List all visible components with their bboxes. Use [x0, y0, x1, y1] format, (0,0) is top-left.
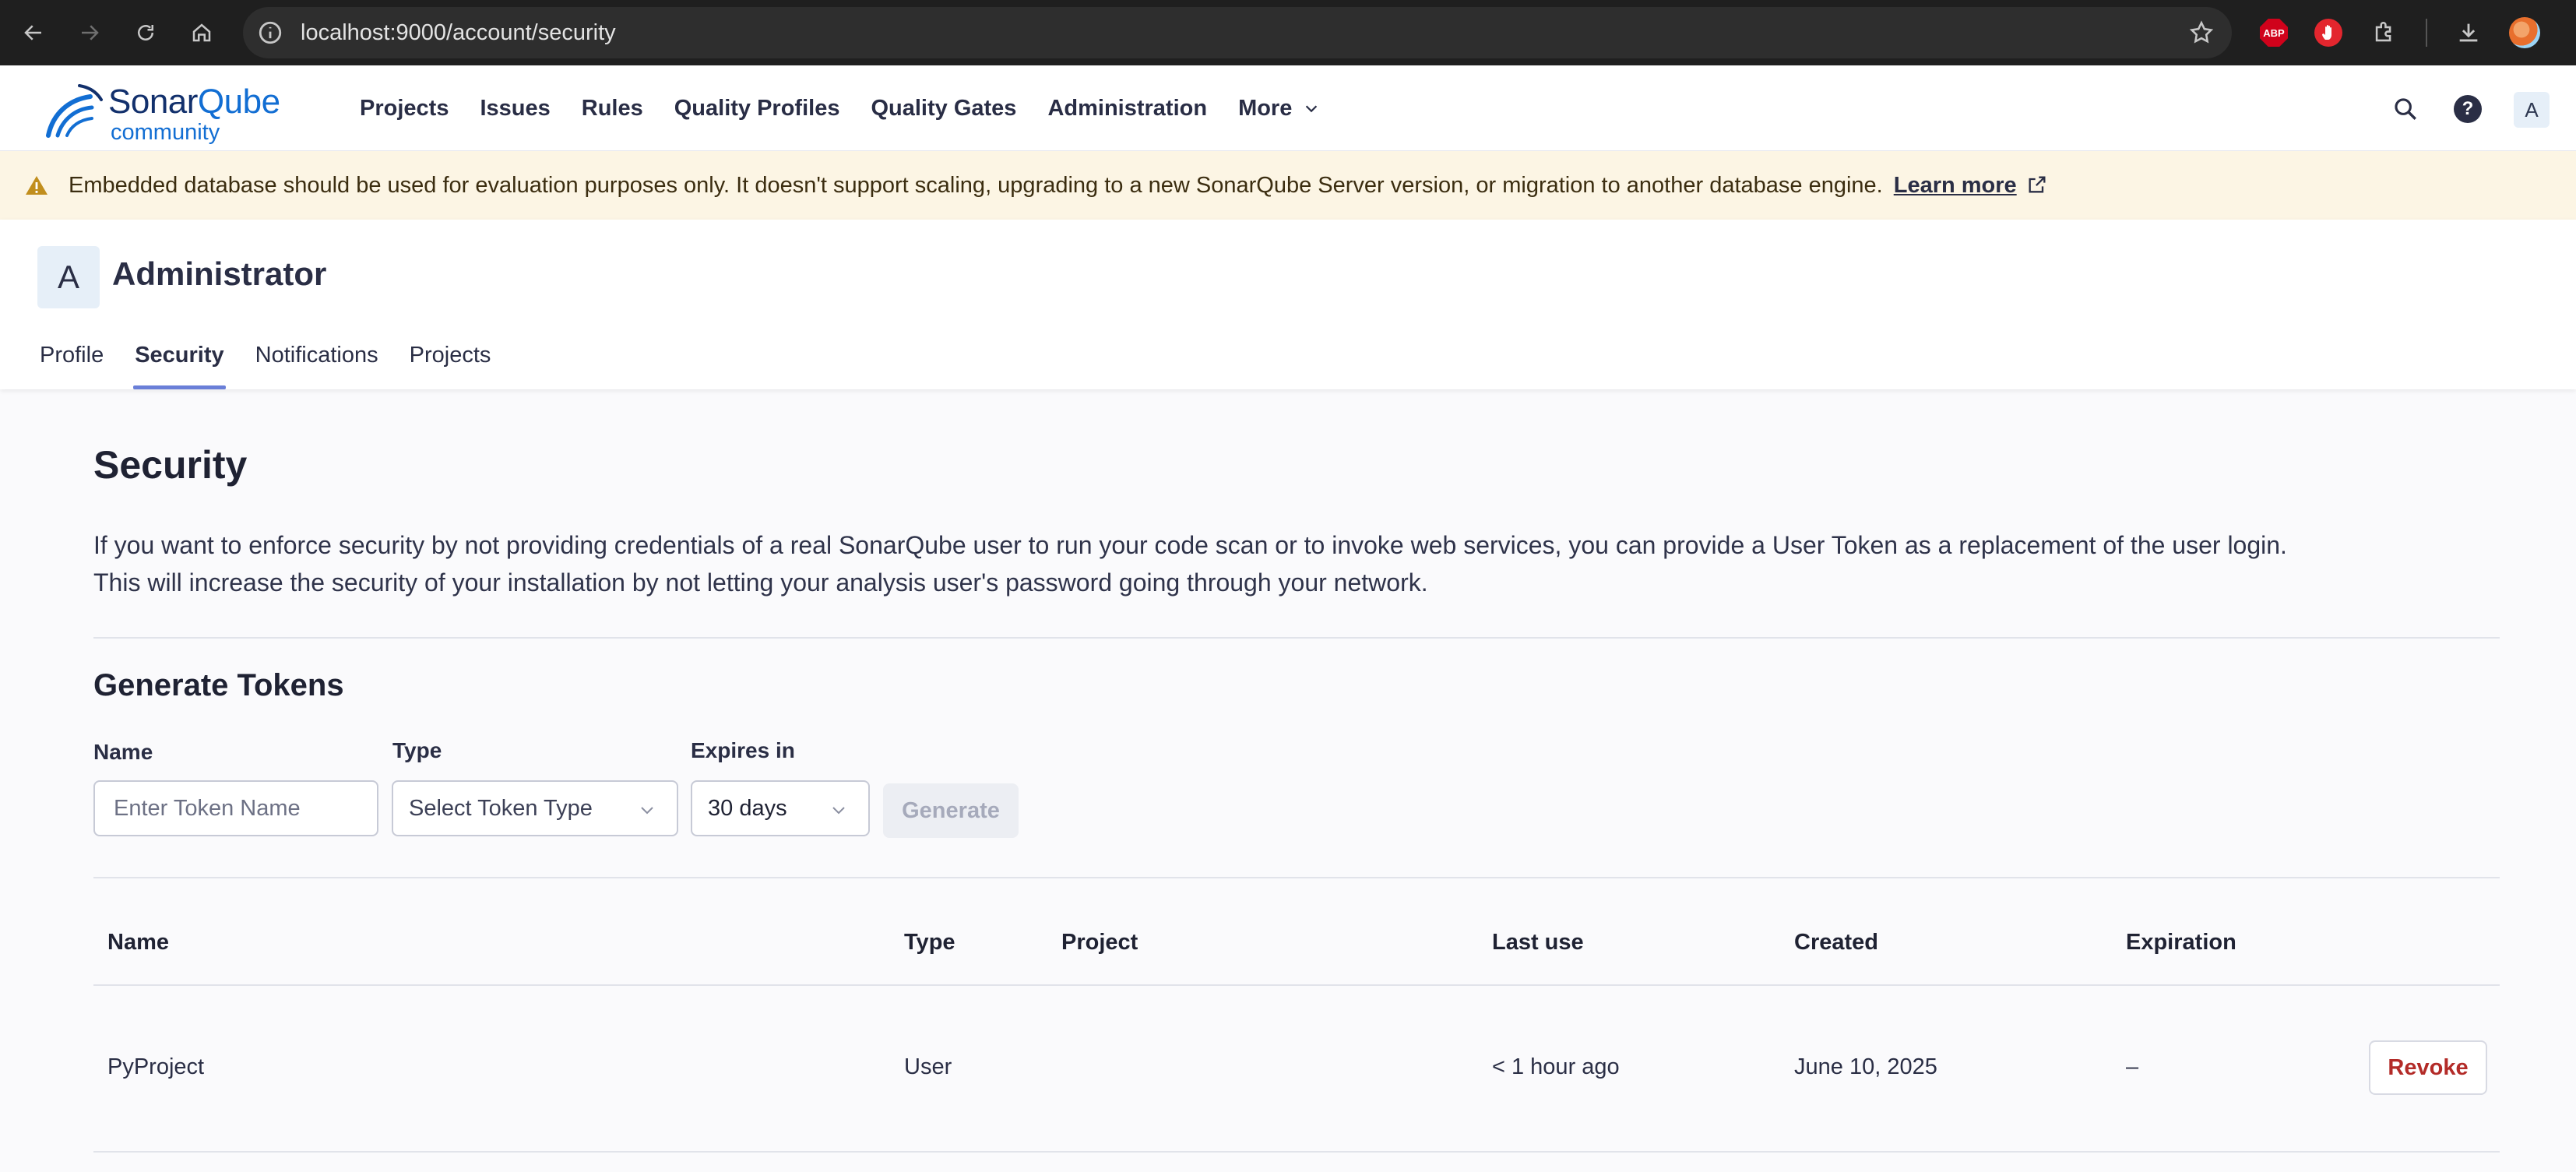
- logo-edition: community: [111, 120, 220, 145]
- tab-notifications[interactable]: Notifications: [254, 335, 380, 389]
- security-description: If you want to enforce security by not p…: [93, 526, 2500, 601]
- logo-wordmark: SonarQube: [108, 83, 280, 121]
- expires-in-select[interactable]: 30 days: [691, 780, 870, 836]
- col-name-header: Name: [107, 930, 169, 955]
- home-button[interactable]: [182, 13, 221, 52]
- account-header: A Administrator Profile Security Notific…: [0, 220, 2576, 389]
- warning-icon: [26, 176, 48, 195]
- token-type-cell: User: [904, 1054, 952, 1079]
- hand-extension[interactable]: [2311, 16, 2345, 50]
- token-type-placeholder: Select Token Type: [409, 795, 593, 821]
- site-info-icon[interactable]: [257, 19, 283, 46]
- col-project-header: Project: [1061, 930, 1138, 955]
- user-avatar[interactable]: A: [2514, 92, 2550, 128]
- adblock-extension[interactable]: ABP: [2257, 16, 2291, 50]
- description-line-1: If you want to enforce security by not p…: [93, 531, 2287, 559]
- account-name: Administrator: [112, 255, 327, 292]
- profile-avatar-icon: [2509, 17, 2540, 48]
- main-nav: Projects Issues Rules Quality Profiles Q…: [360, 65, 1351, 151]
- adblock-icon: ABP: [2260, 19, 2288, 47]
- sonarqube-waves-icon: [46, 84, 103, 138]
- nav-issues[interactable]: Issues: [480, 96, 550, 121]
- account-avatar: A: [37, 246, 100, 308]
- tab-security[interactable]: Security: [133, 335, 227, 389]
- generate-tokens-title: Generate Tokens: [93, 668, 344, 702]
- reload-icon: [138, 25, 153, 40]
- form-divider: [93, 877, 2500, 878]
- puzzle-icon: [2375, 22, 2391, 42]
- help-icon: ?: [2454, 95, 2482, 123]
- nav-more-label: More: [1238, 95, 1293, 121]
- generate-button[interactable]: Generate: [883, 783, 1019, 838]
- nav-projects[interactable]: Projects: [360, 96, 449, 121]
- sonarqube-logo[interactable]: SonarQube community: [42, 78, 299, 145]
- nav-more[interactable]: More: [1238, 96, 1320, 121]
- page-title: Security: [93, 443, 248, 487]
- token-created-cell: June 10, 2025: [1794, 1054, 1937, 1079]
- tab-profile[interactable]: Profile: [38, 335, 105, 389]
- col-type-header: Type: [904, 930, 955, 955]
- global-navigation: SonarQube community Projects Issues Rule…: [0, 65, 2576, 151]
- description-line-2: This will increase the security of your …: [93, 568, 1428, 597]
- chevron-down-icon: [641, 807, 653, 815]
- address-bar[interactable]: localhost:9000/account/security: [243, 7, 2232, 58]
- token-last-use-cell: < 1 hour ago: [1492, 1054, 1620, 1079]
- expires-in-value: 30 days: [708, 795, 787, 821]
- help-button[interactable]: ?: [2450, 91, 2486, 127]
- embedded-db-warning-banner: Embedded database should be used for eva…: [0, 151, 2576, 220]
- forward-button[interactable]: [70, 13, 109, 52]
- toolbar-separator: [2426, 19, 2427, 47]
- nav-administration[interactable]: Administration: [1047, 96, 1207, 121]
- download-icon: [2459, 23, 2478, 42]
- expires-in-label: Expires in: [691, 738, 795, 762]
- downloads-button[interactable]: [2451, 16, 2486, 50]
- reload-button[interactable]: [126, 13, 165, 52]
- table-row-divider: [93, 1151, 2500, 1153]
- section-divider: [93, 637, 2500, 639]
- nav-rules[interactable]: Rules: [582, 96, 643, 121]
- browser-profile-button[interactable]: [2507, 16, 2542, 50]
- back-button[interactable]: [14, 13, 53, 52]
- col-created-header: Created: [1794, 930, 1878, 955]
- external-link-icon: [2029, 176, 2046, 193]
- bookmark-star-icon[interactable]: [2188, 19, 2215, 46]
- arrow-left-icon: [24, 25, 41, 40]
- search-icon: [2395, 98, 2416, 120]
- banner-message: Embedded database should be used for eva…: [69, 151, 2048, 220]
- nav-quality-profiles[interactable]: Quality Profiles: [674, 96, 840, 121]
- col-last-use-header: Last use: [1492, 930, 1584, 955]
- token-name-input[interactable]: [93, 780, 378, 836]
- col-expiration-header: Expiration: [2126, 930, 2236, 955]
- table-header-divider: [93, 984, 2500, 986]
- extensions-button[interactable]: [2367, 16, 2402, 50]
- token-type-label: Type: [392, 738, 442, 762]
- tab-projects[interactable]: Projects: [408, 335, 493, 389]
- chevron-down-icon: [832, 807, 845, 815]
- token-type-select[interactable]: Select Token Type: [392, 780, 678, 836]
- browser-toolbar: localhost:9000/account/security ABP: [0, 0, 2576, 65]
- token-name-cell: PyProject: [107, 1054, 205, 1079]
- url-text[interactable]: localhost:9000/account/security: [301, 7, 616, 58]
- token-name-label: Name: [93, 740, 153, 764]
- arrow-right-icon: [82, 25, 99, 40]
- learn-more-link[interactable]: Learn more: [1894, 173, 2048, 198]
- home-icon: [192, 23, 211, 42]
- hand-icon: [2314, 19, 2342, 47]
- token-expiration-cell: –: [2126, 1054, 2139, 1079]
- search-button[interactable]: [2388, 91, 2423, 127]
- chevron-down-icon: [1306, 105, 1318, 113]
- revoke-button[interactable]: Revoke: [2369, 1040, 2487, 1095]
- account-tabs: Profile Security Notifications Projects: [38, 335, 520, 389]
- nav-quality-gates[interactable]: Quality Gates: [871, 96, 1016, 121]
